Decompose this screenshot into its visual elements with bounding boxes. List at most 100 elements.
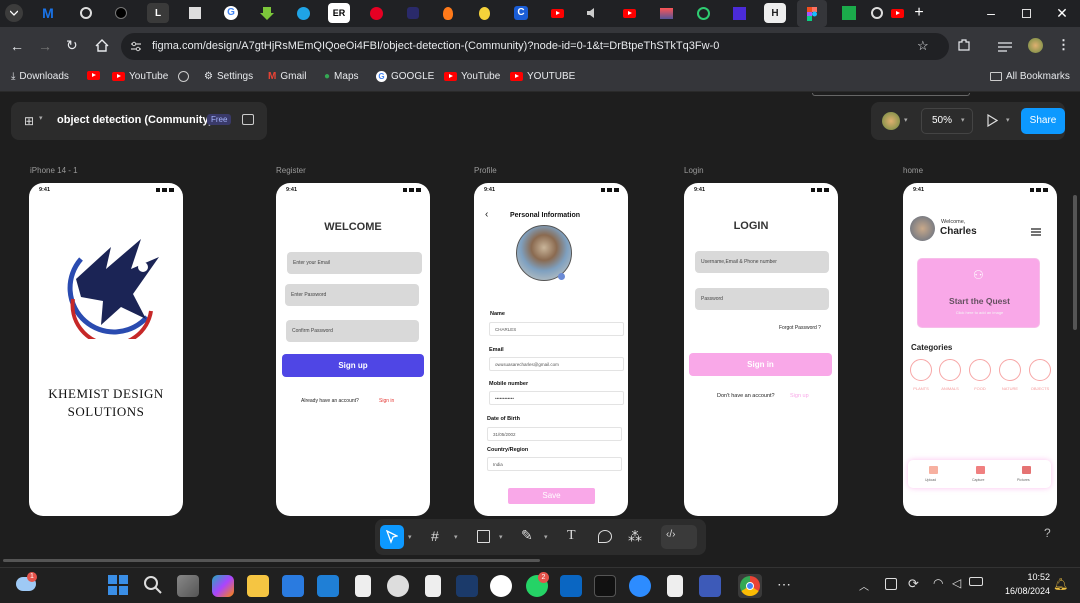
tab-download-icon[interactable] [256, 3, 278, 23]
tab-icon[interactable] [402, 3, 424, 23]
bookmark-google[interactable]: G GOOGLE [376, 71, 434, 82]
tab-ui-icon[interactable] [728, 3, 750, 23]
tab-up-icon[interactable] [838, 3, 860, 23]
camera-icon[interactable] [558, 273, 565, 280]
windows-start-icon[interactable] [108, 575, 130, 597]
tab-doc-icon[interactable] [184, 3, 206, 23]
tab-youtube-icon[interactable] [546, 3, 568, 23]
home-icon[interactable] [95, 39, 109, 57]
category-food-icon[interactable] [969, 359, 991, 381]
battery-icon[interactable] [969, 577, 983, 586]
email-input[interactable]: Enter your Email [287, 252, 422, 274]
github-icon[interactable] [490, 575, 512, 597]
user-avatar[interactable] [882, 112, 900, 130]
linkedin-icon[interactable] [560, 575, 582, 597]
task-view-icon[interactable] [177, 575, 199, 597]
chrome-menu-icon[interactable]: ⋮ [1057, 37, 1070, 53]
tab-h-icon[interactable]: H [764, 3, 786, 23]
confirm-password-input[interactable]: Confirm Password [286, 320, 419, 342]
more-apps-icon[interactable]: ⋯ [777, 576, 791, 593]
maximize-button[interactable] [1015, 3, 1037, 23]
frame-tool-icon[interactable]: # [431, 528, 439, 544]
app-icon[interactable] [699, 575, 721, 597]
extensions-icon[interactable] [957, 38, 971, 57]
capture-icon[interactable] [976, 466, 985, 474]
url-text[interactable]: figma.com/design/A7gtHjRsMEmQIQoeOi4FBI/… [152, 40, 719, 52]
tiktok-icon[interactable] [594, 575, 616, 597]
minimize-button[interactable]: – [980, 3, 1002, 23]
file-explorer-icon[interactable] [247, 575, 269, 597]
vscode-icon[interactable] [317, 575, 339, 597]
help-button[interactable]: ? [1044, 526, 1051, 540]
back-chevron-icon[interactable]: ‹ [485, 209, 488, 220]
bookmark-gmail[interactable]: M Gmail [268, 71, 306, 82]
signup-button[interactable]: Sign up [282, 354, 424, 377]
file-icon[interactable] [667, 575, 683, 597]
chevron-down-icon[interactable]: ▾ [408, 533, 412, 541]
tab-icon[interactable] [655, 3, 677, 23]
bookmark-maps[interactable]: ● Maps [324, 71, 359, 82]
bookmark-youtube-icon-only[interactable] [87, 71, 100, 80]
tab-pinterest-icon[interactable] [365, 3, 387, 23]
frame-home[interactable]: 9:41 Welcome, Charles ⚇ Start the Quest … [903, 183, 1057, 516]
country-field[interactable]: India [487, 457, 622, 471]
sidebar-toggle-icon[interactable] [242, 114, 254, 125]
upload-icon[interactable] [929, 466, 938, 474]
home-avatar[interactable] [910, 216, 935, 241]
tab-letter-icon[interactable]: L [147, 3, 169, 23]
new-tab-button[interactable]: + [908, 3, 930, 23]
signup-link[interactable]: Sign up [790, 393, 809, 399]
tab-fire-icon[interactable] [437, 3, 459, 23]
chevron-down-icon[interactable]: ▾ [39, 114, 43, 122]
category-nature-icon[interactable] [999, 359, 1021, 381]
save-button[interactable]: Save [508, 488, 595, 504]
address-bar[interactable]: figma.com/design/A7gtHjRsMEmQIQoeOi4FBI/… [121, 33, 949, 60]
frame-label[interactable]: Register [276, 166, 306, 175]
vertical-scrollbar[interactable] [1073, 195, 1077, 330]
figma-menu-icon[interactable]: ⊞ [24, 114, 34, 128]
signin-link[interactable]: Sign in [379, 398, 394, 404]
horizontal-scrollbar[interactable] [3, 559, 540, 562]
actions-tool-icon[interactable]: ⁂ [628, 528, 642, 545]
present-play-icon[interactable] [987, 113, 999, 132]
tab-search-icon[interactable] [5, 4, 23, 22]
file-name[interactable]: object detection (Community) [57, 114, 212, 126]
mobile-field[interactable]: •••••••••••• [489, 391, 624, 405]
copilot-icon[interactable] [212, 575, 234, 597]
wifi-icon[interactable]: ◠ [933, 576, 943, 590]
username-input[interactable]: Username,Email & Phone number [695, 251, 829, 273]
dob-field[interactable]: 31/05/2002 [487, 427, 622, 441]
tab-chatgpt-icon[interactable] [75, 3, 97, 23]
clock-time[interactable]: 10:52 [1010, 572, 1050, 582]
frame-profile[interactable]: 9:41 ‹ Personal Information Name CHARLES… [474, 183, 628, 516]
login-password-input[interactable]: Password [695, 288, 829, 310]
password-input[interactable]: Enter Password [285, 284, 419, 306]
pen-tool-icon[interactable]: ✎ [521, 527, 533, 544]
bookmark-globe[interactable] [178, 71, 189, 82]
dev-mode-toggle[interactable]: ‹/› [661, 525, 697, 549]
nav-label[interactable]: Pictures [1017, 478, 1030, 482]
rectangle-tool-icon[interactable] [477, 530, 490, 543]
app-icon[interactable] [387, 575, 409, 597]
tab-c-icon[interactable]: C [510, 3, 532, 23]
bookmark-star-icon[interactable]: ☆ [917, 38, 929, 54]
notification-bell-icon[interactable]: 🔔︎ [1053, 577, 1068, 591]
profile-avatar[interactable] [1028, 38, 1043, 53]
frame-label[interactable]: Profile [474, 166, 497, 175]
reload-icon[interactable]: ↻ [66, 37, 78, 54]
category-animals-icon[interactable] [939, 359, 961, 381]
frame-label[interactable]: iPhone 14 - 1 [30, 166, 78, 175]
tab-figma-active[interactable] [797, 0, 827, 27]
chevron-down-icon[interactable]: ▾ [499, 533, 503, 541]
chevron-up-icon[interactable]: ︿ [859, 578, 869, 593]
chevron-down-icon[interactable]: ▾ [961, 116, 965, 124]
clock-date[interactable]: 16/08/2024 [994, 586, 1050, 596]
tab-audio-icon[interactable] [582, 3, 604, 23]
start-quest-card[interactable]: ⚇ Start the Quest Click here to add an i… [917, 258, 1040, 328]
store-icon[interactable] [282, 575, 304, 597]
hamburger-menu-icon[interactable] [1031, 223, 1041, 241]
comment-tool-icon[interactable] [598, 530, 612, 543]
zoom-level[interactable]: 50% [932, 115, 952, 126]
move-tool-button[interactable] [380, 525, 404, 549]
bookmark-downloads[interactable]: ⤓ Downloads [11, 71, 69, 82]
